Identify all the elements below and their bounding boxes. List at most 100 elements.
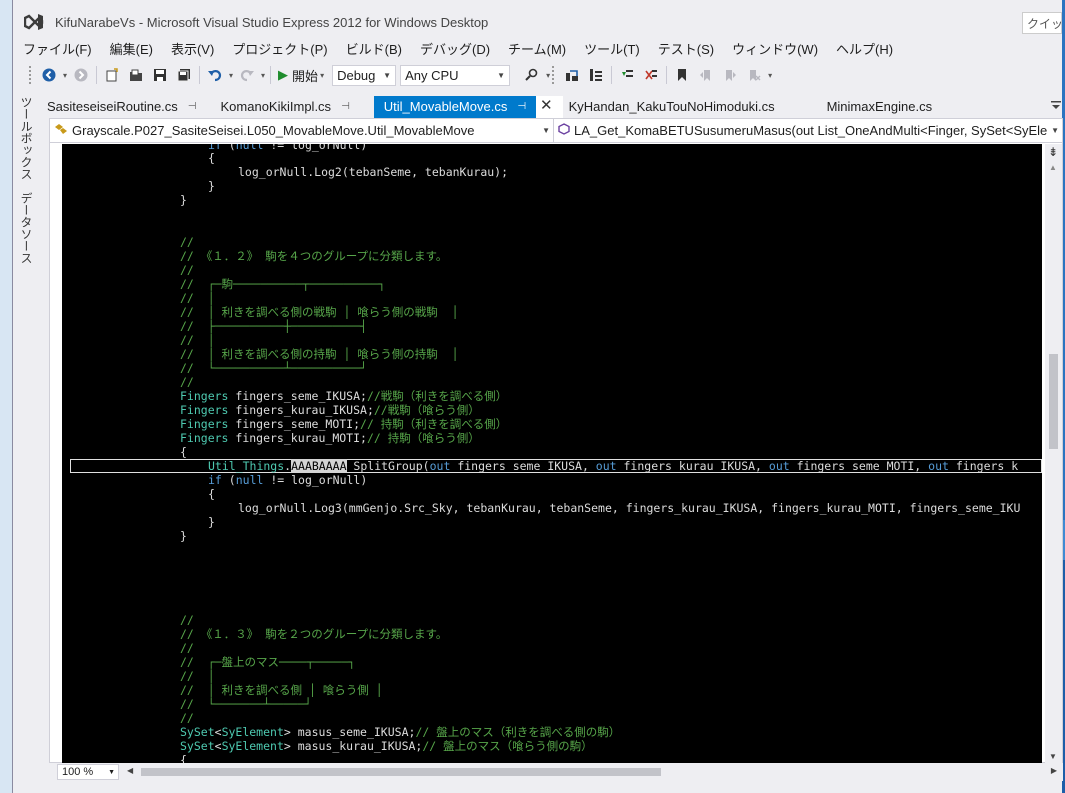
solution-platform-select[interactable]: Any CPU ▼ bbox=[400, 64, 511, 86]
find-in-files-icon[interactable] bbox=[524, 67, 540, 83]
code-line: } bbox=[180, 529, 187, 543]
navigate-back-dropdown-icon[interactable]: ▾ bbox=[63, 71, 67, 80]
code-comment: // │ 利きを調べる側 │ 喰らう側 │ bbox=[180, 683, 383, 697]
code-token: // 持駒（利きを調べる側） bbox=[360, 417, 508, 431]
code-comment: // bbox=[180, 641, 194, 655]
left-tool-sidebar: ツールボックス データソース bbox=[13, 88, 37, 793]
code-line: if (null != log_orNull) bbox=[208, 473, 367, 487]
pin-icon[interactable]: ⊣ bbox=[517, 101, 526, 112]
tab-overflow-icon[interactable] bbox=[1051, 100, 1061, 113]
find-dropdown-icon[interactable]: ▾ bbox=[546, 71, 550, 80]
previous-bookmark-icon[interactable] bbox=[698, 67, 714, 83]
menu-file[interactable]: ファイル(F) bbox=[13, 39, 101, 58]
start-debugging-button[interactable]: ▶ 開始 ▾ bbox=[278, 66, 326, 85]
redo-dropdown-icon[interactable]: ▾ bbox=[261, 71, 265, 80]
save-all-icon[interactable] bbox=[176, 67, 192, 83]
code-token: // 盤上のマス（喰らう側の駒） bbox=[422, 739, 593, 753]
vertical-scroll-thumb[interactable] bbox=[1049, 354, 1058, 449]
step-into-icon[interactable] bbox=[564, 67, 580, 83]
toolbar-grip[interactable] bbox=[552, 66, 556, 84]
toolbar-overflow-icon[interactable]: ▾ bbox=[768, 71, 772, 80]
code-line: log_orNull.Log3(mmGenjo.Src_Sky, tebanKu… bbox=[238, 501, 1021, 515]
menu-test[interactable]: テスト(S) bbox=[649, 39, 723, 58]
code-text-area[interactable]: if (null != log_orNull) { log_orNull.Log… bbox=[62, 144, 1042, 763]
solution-configuration-select[interactable]: Debug ▼ bbox=[332, 64, 397, 86]
menu-debug[interactable]: デバッグ(D) bbox=[411, 39, 499, 58]
code-line: SySet<SyElement> masus_kurau_IKUSA;// 盤上… bbox=[180, 739, 593, 753]
comment-out-icon[interactable] bbox=[619, 67, 635, 83]
pin-icon[interactable]: ⊣ bbox=[188, 101, 197, 112]
members-dropdown[interactable]: LA_Get_KomaBETUSusumeruMasus(out List_On… bbox=[554, 119, 1062, 142]
menu-edit[interactable]: 編集(E) bbox=[101, 39, 162, 58]
tab-close-area[interactable]: ✕ bbox=[536, 96, 563, 118]
new-project-icon[interactable] bbox=[104, 67, 120, 83]
tab-label: Util_MovableMove.cs bbox=[383, 99, 508, 114]
pin-icon[interactable]: ⊣ bbox=[341, 101, 350, 112]
code-token: out bbox=[768, 459, 790, 473]
menu-tools[interactable]: ツール(T) bbox=[575, 39, 649, 58]
code-token: Fingers bbox=[180, 403, 229, 417]
code-token: fingers_seme_IKUSA; bbox=[228, 389, 367, 403]
menu-build[interactable]: ビルド(B) bbox=[337, 39, 411, 58]
menu-team[interactable]: チーム(M) bbox=[499, 39, 575, 58]
data-sources-tab[interactable]: データソース bbox=[18, 192, 35, 264]
code-comment: // ├──────────┼──────────┤ bbox=[180, 319, 367, 333]
tab-minimax-engine[interactable]: MinimaxEngine.cs bbox=[785, 96, 943, 118]
tab-util-movable-move[interactable]: Util_MovableMove.cs ⊣ bbox=[373, 96, 537, 118]
menu-project[interactable]: プロジェクト(P) bbox=[223, 39, 336, 58]
code-token: //戦駒（利きを調べる側） bbox=[366, 389, 508, 403]
code-token: < bbox=[214, 725, 222, 739]
toolbox-tab[interactable]: ツールボックス bbox=[18, 96, 35, 180]
tab-sasiteseisei-routine[interactable]: SasiteseiseiRoutine.cs ⊣ bbox=[37, 96, 207, 118]
code-token: Fingers bbox=[180, 389, 229, 403]
menu-help[interactable]: ヘルプ(H) bbox=[827, 39, 902, 58]
types-dropdown[interactable]: Grayscale.P027_SasiteSeisei.L050_Movable… bbox=[50, 119, 554, 142]
close-icon[interactable]: ✕ bbox=[540, 98, 553, 113]
horizontal-scroll-thumb[interactable] bbox=[141, 768, 661, 776]
navigate-back-icon[interactable] bbox=[41, 67, 57, 83]
format-icon[interactable] bbox=[588, 67, 604, 83]
scroll-right-icon[interactable]: ▶ bbox=[1051, 766, 1057, 775]
code-token: out bbox=[429, 459, 451, 473]
menu-window[interactable]: ウィンドウ(W) bbox=[723, 39, 827, 58]
save-icon[interactable] bbox=[152, 67, 168, 83]
window-title: KifuNarabeVs - Microsoft Visual Studio E… bbox=[55, 14, 489, 30]
undo-dropdown-icon[interactable]: ▾ bbox=[229, 71, 233, 80]
scroll-left-icon[interactable]: ◀ bbox=[127, 766, 133, 775]
selected-text: AAABAAAA bbox=[291, 459, 347, 473]
code-token: null bbox=[235, 473, 264, 487]
code-comment: // ┌─盤上のマス────┬─────┐ bbox=[180, 655, 356, 669]
vertical-scrollbar[interactable]: ⇟ ▲ ▼ bbox=[1045, 144, 1062, 763]
clear-bookmarks-icon[interactable] bbox=[746, 67, 762, 83]
next-bookmark-icon[interactable] bbox=[722, 67, 738, 83]
uncomment-icon[interactable] bbox=[643, 67, 659, 83]
chevron-down-icon: ▼ bbox=[108, 768, 115, 776]
code-token: SyElement bbox=[221, 725, 284, 739]
split-window-icon[interactable]: ⇟ bbox=[1048, 145, 1058, 159]
code-line: { bbox=[208, 487, 215, 501]
quick-launch-input[interactable]: クイッ bbox=[1022, 12, 1062, 34]
code-comment: // └───────┴─────┘ bbox=[180, 697, 312, 711]
horizontal-scrollbar[interactable]: ◀ ▶ bbox=[125, 764, 1059, 780]
code-token: _SplitGroup bbox=[346, 459, 423, 473]
undo-icon[interactable] bbox=[207, 67, 223, 83]
zoom-select[interactable]: 100 % ▼ bbox=[57, 764, 119, 780]
toolbar-separator bbox=[611, 66, 613, 84]
code-line: Fingers fingers_seme_MOTI;// 持駒（利きを調べる側） bbox=[180, 417, 507, 431]
tab-kyhandan-kakutou[interactable]: KyHandan_KakuTouNoHimoduki.cs bbox=[563, 96, 785, 118]
navigate-forward-icon[interactable] bbox=[73, 67, 89, 83]
scroll-up-icon[interactable]: ▲ bbox=[1049, 163, 1057, 172]
chevron-down-icon: ▼ bbox=[383, 70, 392, 80]
method-icon bbox=[558, 123, 570, 138]
scroll-down-icon[interactable]: ▼ bbox=[1049, 752, 1057, 761]
toolbar-grip[interactable] bbox=[29, 66, 33, 84]
bookmark-icon[interactable] bbox=[674, 67, 690, 83]
tab-komano-kiki-impl[interactable]: KomanoKikiImpl.cs ⊣ bbox=[207, 96, 360, 118]
start-dropdown-icon[interactable]: ▾ bbox=[320, 71, 324, 80]
redo-icon[interactable] bbox=[239, 67, 255, 83]
code-token: ( bbox=[221, 473, 236, 487]
menu-view[interactable]: 表示(V) bbox=[162, 39, 223, 58]
open-file-icon[interactable] bbox=[128, 67, 144, 83]
zoom-value: 100 % bbox=[62, 766, 94, 778]
code-token: > masus_seme_IKUSA; bbox=[283, 725, 416, 739]
